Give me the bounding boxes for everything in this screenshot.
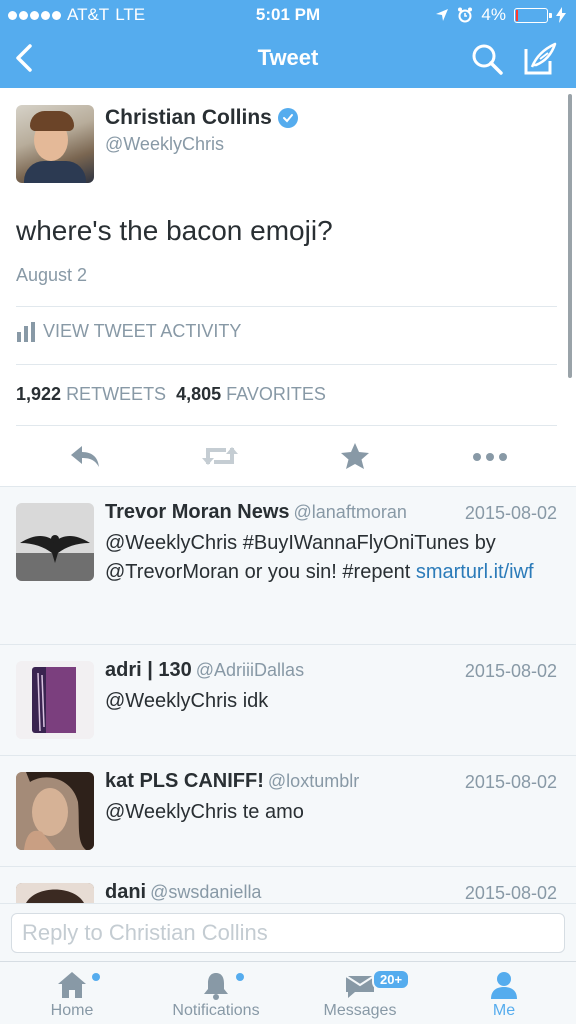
tab-home[interactable]: Home [0, 962, 144, 1024]
retweets-label[interactable]: RETWEETS [66, 384, 166, 404]
scrollbar[interactable] [568, 94, 572, 378]
reply-author[interactable]: Trevor Moran News @lanaftmoran [105, 501, 407, 524]
tab-label: Messages [323, 1002, 397, 1019]
location-arrow-icon [436, 9, 449, 21]
tab-label: Home [50, 1002, 94, 1019]
engagement-counts: 1,922 RETWEETS 4,805 FAVORITES [16, 384, 326, 405]
messages-badge: 20+ [372, 969, 411, 990]
author-handle[interactable]: @WeeklyChris [105, 134, 224, 155]
tweet-date: August 2 [16, 265, 88, 285]
list-item[interactable]: Trevor Moran News @lanaftmoran 2015-08-02… [0, 486, 576, 644]
battery-icon [514, 7, 552, 23]
unread-dot [92, 973, 100, 981]
tab-label: Notifications [172, 1002, 260, 1019]
top-bar: AT&T LTE 5:01 PM 4% Tweet [0, 0, 576, 88]
portrait-photo-icon [16, 883, 94, 903]
alarm-icon [458, 7, 473, 23]
reply-icon[interactable] [68, 442, 102, 470]
search-icon[interactable] [470, 42, 504, 76]
status-right-group: 4% [435, 5, 566, 25]
reply-author-handle[interactable]: @loxtumblr [268, 771, 359, 791]
list-item[interactable]: dani @swsdaniella 2015-08-02 [0, 866, 576, 903]
reply-author-name[interactable]: kat PLS CANIFF! [105, 770, 264, 792]
reply-text: @WeeklyChris idk [105, 690, 269, 712]
more-icon[interactable] [472, 452, 508, 462]
retweet-icon[interactable] [200, 442, 240, 470]
reply-author-name[interactable]: dani [105, 881, 146, 903]
reply-author-handle[interactable]: @swsdaniella [150, 882, 261, 902]
divider [16, 425, 557, 426]
avatar[interactable] [16, 772, 94, 850]
reply-date: 2015-08-02 [464, 772, 557, 792]
nav-bar: Tweet [0, 30, 576, 88]
reply-text: @WeeklyChris te amo [105, 801, 304, 823]
charging-bolt-icon [556, 7, 566, 23]
reply-link[interactable]: smarturl.it/iwf [416, 561, 534, 583]
avatar[interactable] [16, 661, 94, 739]
favorite-star-icon[interactable] [340, 442, 370, 470]
reply-author[interactable]: dani @swsdaniella [105, 881, 261, 903]
favorites-label[interactable]: FAVORITES [226, 384, 326, 404]
reply-date: 2015-08-02 [464, 883, 557, 903]
main-tweet: Christian Collins @WeeklyChris where's t… [0, 88, 576, 486]
reply-author-handle[interactable]: @lanaftmoran [294, 502, 407, 522]
reply-bar [0, 903, 576, 961]
tweet-text: where's the bacon emoji? [16, 215, 333, 246]
crow-artwork-icon [16, 503, 94, 581]
avatar[interactable] [16, 883, 94, 903]
avatar[interactable] [16, 105, 94, 183]
reply-author-name[interactable]: Trevor Moran News [105, 501, 290, 523]
verified-badge-icon [277, 108, 298, 128]
avatar[interactable] [16, 503, 94, 581]
reply-author-name[interactable]: adri | 130 [105, 659, 192, 681]
reply-author-handle[interactable]: @AdriiiDallas [196, 660, 304, 680]
retweets-count[interactable]: 1,922 [16, 384, 61, 404]
tab-messages[interactable]: 20+ Messages [288, 962, 432, 1024]
tab-label: Me [492, 1002, 516, 1019]
reply-text-block: @WeeklyChris #BuyIWannaFlyOniTunes by @T… [105, 529, 560, 587]
divider [16, 306, 557, 307]
favorites-count[interactable]: 4,805 [176, 384, 221, 404]
status-bar: AT&T LTE 5:01 PM 4% [0, 0, 576, 30]
author-name-row[interactable]: Christian Collins [105, 106, 298, 130]
view-tweet-activity-button[interactable]: VIEW TWEET ACTIVITY [16, 321, 241, 342]
phone-case-artwork-icon [16, 661, 94, 739]
bar-chart-icon [17, 321, 35, 342]
divider [16, 364, 557, 365]
reply-date: 2015-08-02 [464, 661, 557, 681]
list-item[interactable]: kat PLS CANIFF! @loxtumblr 2015-08-02 @We… [0, 755, 576, 866]
unread-dot [236, 973, 244, 981]
tab-me[interactable]: Me [432, 962, 576, 1024]
home-icon [58, 972, 86, 998]
tab-notifications[interactable]: Notifications [144, 962, 288, 1024]
reply-date: 2015-08-02 [464, 503, 557, 523]
person-icon [491, 972, 517, 999]
tweet-actions [0, 440, 576, 476]
list-item[interactable]: adri | 130 @AdriiiDallas 2015-08-02 @Week… [0, 644, 576, 755]
bell-icon [204, 973, 228, 1000]
reply-author[interactable]: kat PLS CANIFF! @loxtumblr [105, 770, 359, 793]
compose-icon[interactable] [522, 41, 558, 77]
author-name[interactable]: Christian Collins [105, 106, 272, 130]
reply-author[interactable]: adri | 130 @AdriiiDallas [105, 659, 304, 682]
tab-bar: Home Notifications 20+ Messages Me [0, 961, 576, 1024]
portrait-photo-icon [16, 772, 94, 850]
reply-input[interactable] [11, 913, 565, 953]
activity-label: VIEW TWEET ACTIVITY [43, 321, 242, 341]
battery-percent: 4% [481, 5, 506, 24]
